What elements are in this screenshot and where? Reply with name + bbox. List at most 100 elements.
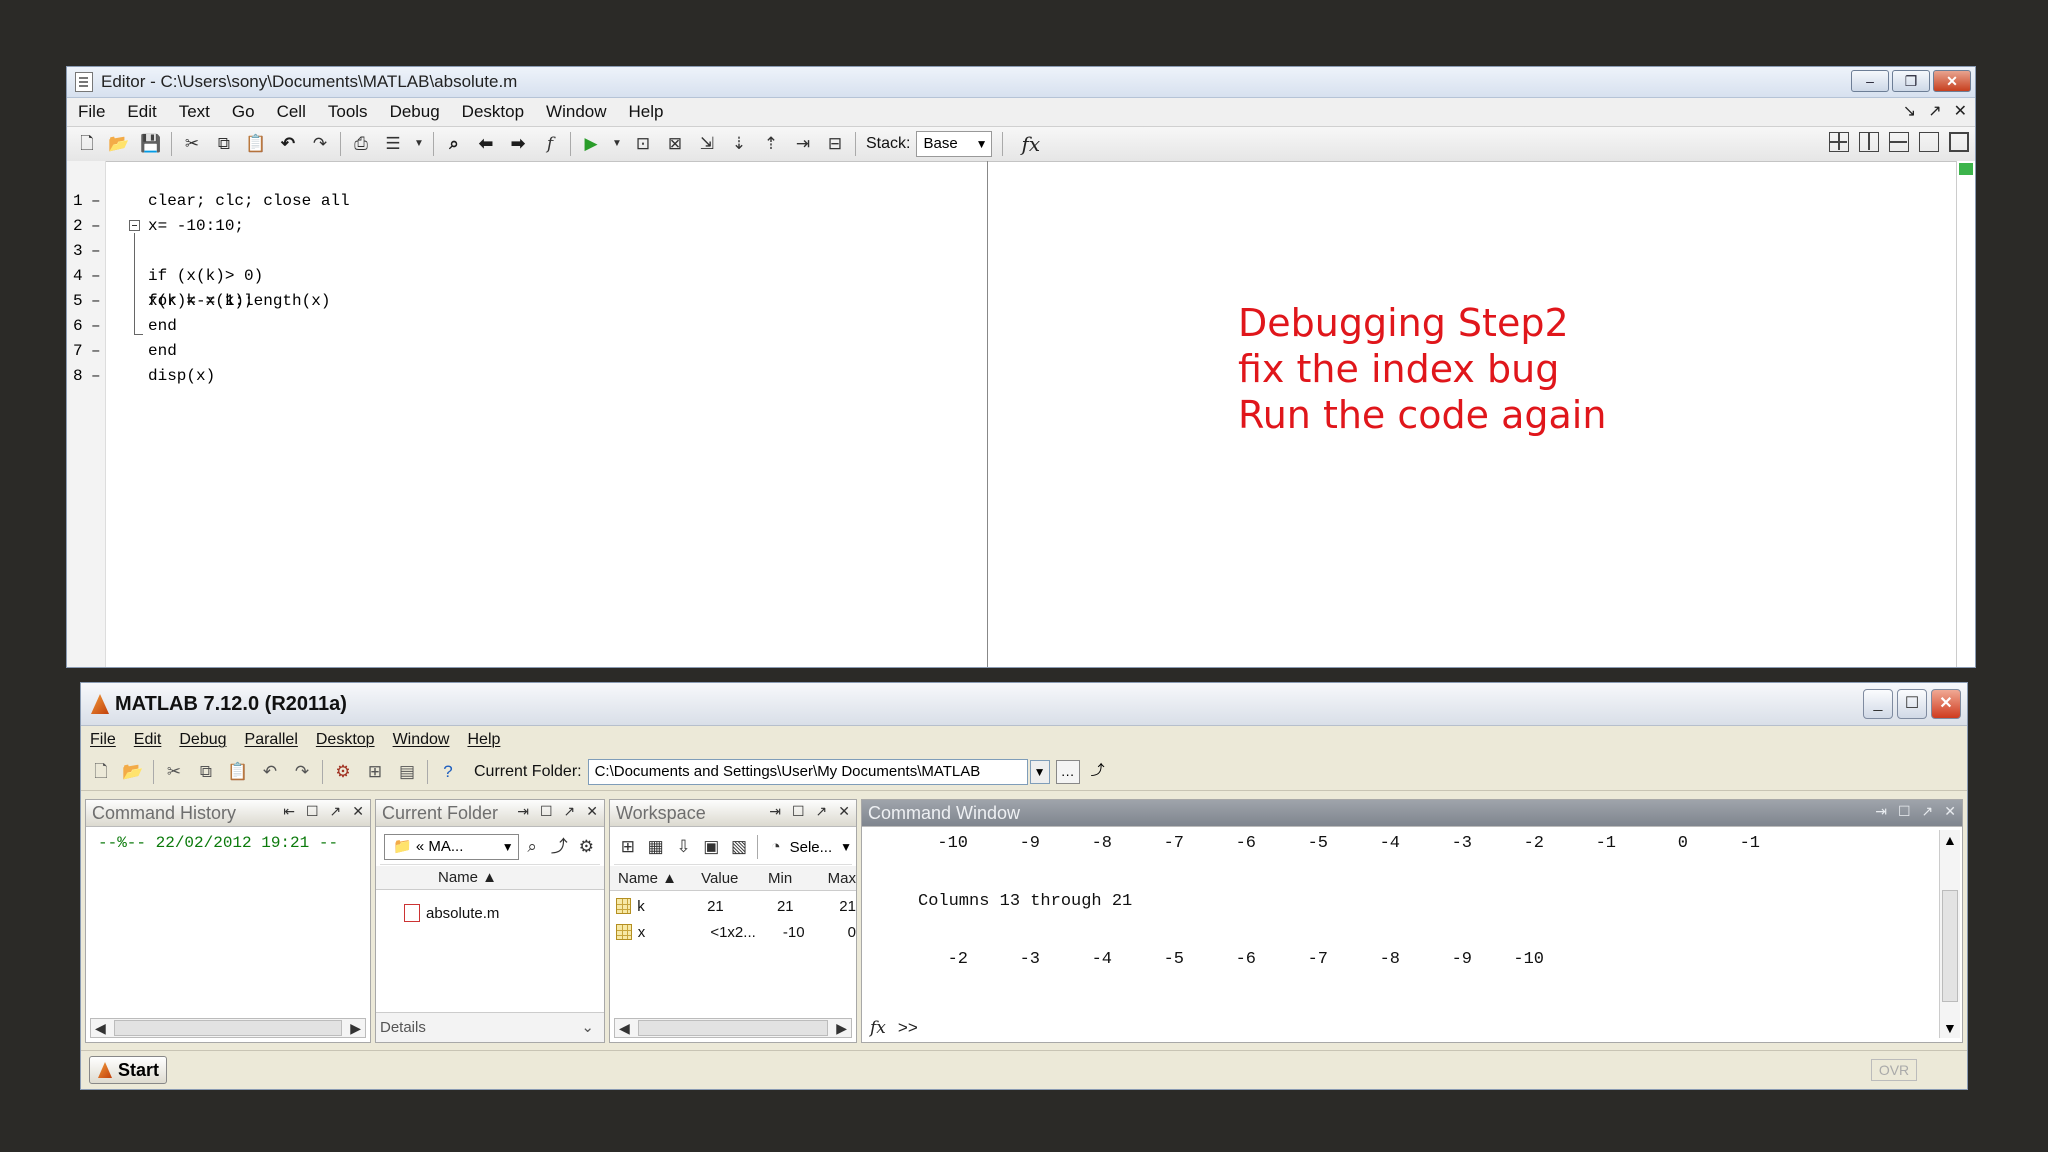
undock-panel-icon[interactable]: ↗ [564, 803, 576, 820]
minimize-button[interactable]: – [1851, 70, 1889, 92]
close-button[interactable]: ✕ [1931, 689, 1961, 719]
editor-vertical-scrollbar[interactable] [1956, 161, 1975, 667]
function-fx-icon[interactable]: fx [1021, 132, 1040, 156]
browse-folder-button[interactable]: … [1055, 760, 1080, 784]
new-file-icon[interactable]: 🗋 [76, 133, 98, 155]
undock-panel-icon[interactable]: ↗ [1922, 803, 1934, 820]
open-folder-icon[interactable]: 📂 [122, 761, 144, 783]
menu-text[interactable]: Text [168, 102, 221, 122]
editor-split-divider[interactable] [987, 161, 988, 667]
editor-title-bar[interactable]: Editor - C:\Users\sony\Documents\MATLAB\… [67, 67, 1975, 98]
guide-icon[interactable]: ⊞ [364, 761, 386, 783]
plot-select-dropdown[interactable]: Sele... [790, 839, 833, 856]
column-name[interactable]: Name ▲ [438, 869, 497, 886]
column-value[interactable]: Value [701, 870, 768, 887]
maximize-document-icon[interactable] [1949, 132, 1969, 152]
folder-column-header[interactable]: Name ▲ [376, 866, 604, 890]
dock-icon[interactable]: ↗ [1928, 101, 1941, 121]
command-window-scrollbar[interactable]: ▲ ▼ [1939, 830, 1960, 1038]
save-workspace-icon[interactable]: ▣ [702, 836, 720, 858]
forward-arrow-icon[interactable]: ➡ [507, 133, 529, 155]
menu-debug[interactable]: Debug [379, 102, 451, 122]
maximize-button[interactable]: ☐ [1897, 689, 1927, 719]
scroll-thumb[interactable] [1942, 890, 1958, 1002]
minimize-panel-icon[interactable]: ⇥ [517, 803, 529, 820]
new-variable-icon[interactable]: ⊞ [619, 836, 637, 858]
file-list-item[interactable]: absolute.m [404, 904, 499, 922]
scroll-left-icon[interactable]: ◀ [95, 1020, 106, 1037]
simulink-icon[interactable]: ⚙ [332, 761, 354, 783]
menu-window[interactable]: Window [535, 102, 617, 122]
undo-icon[interactable]: ↶ [277, 133, 299, 155]
undock-panel-icon[interactable]: ↗ [816, 803, 828, 820]
up-folder-icon[interactable]: ⤴ [1086, 760, 1110, 784]
minimize-panel-icon[interactable]: ⇤ [283, 803, 295, 820]
close-panel-icon[interactable]: ✕ [586, 803, 598, 820]
menu-desktop[interactable]: Desktop [307, 731, 384, 749]
save-icon[interactable]: 💾 [140, 133, 162, 155]
scroll-down-icon[interactable]: ▼ [1943, 1020, 1957, 1036]
search-icon[interactable]: ⌕ [524, 836, 541, 858]
step-icon[interactable]: ⇲ [696, 133, 718, 155]
maximize-panel-icon[interactable]: ☐ [540, 803, 553, 820]
split-vertical-icon[interactable] [1859, 132, 1879, 152]
float-window-icon[interactable] [1919, 132, 1939, 152]
start-button[interactable]: Start [89, 1056, 167, 1084]
find-icon[interactable]: ⌕ [443, 133, 465, 155]
menu-edit[interactable]: Edit [125, 731, 171, 749]
code-line[interactable]: 2– x= -10:10; [67, 189, 244, 235]
delete-variable-icon[interactable]: ▧ [730, 836, 748, 858]
paste-icon[interactable]: 📋 [227, 761, 249, 783]
code-analyzer-status-icon[interactable] [1959, 163, 1973, 175]
new-file-icon[interactable]: 🗋 [90, 761, 112, 783]
undo-icon[interactable]: ↶ [259, 761, 281, 783]
menu-help[interactable]: Help [618, 102, 675, 122]
print-icon[interactable]: ⎙ [350, 133, 372, 155]
close-panel-icon[interactable]: ✕ [352, 803, 364, 820]
cut-icon[interactable]: ✂ [163, 761, 185, 783]
import-data-icon[interactable]: ⇩ [675, 836, 693, 858]
menu-file[interactable]: File [81, 731, 125, 749]
column-max[interactable]: Max [828, 870, 856, 887]
redo-icon[interactable]: ↷ [309, 133, 331, 155]
current-folder-path-input[interactable]: C:\Documents and Settings\User\My Docume… [587, 759, 1028, 785]
minimize-panel-icon[interactable]: ⇥ [769, 803, 781, 820]
close-button[interactable]: ✕ [1933, 70, 1971, 92]
column-name[interactable]: Name ▲ [610, 870, 701, 887]
undock-icon[interactable]: ↘ [1903, 101, 1916, 121]
help-icon[interactable]: ? [437, 761, 459, 783]
redo-icon[interactable]: ↷ [291, 761, 313, 783]
code-line[interactable]: 4– if (x(k)> 0) [67, 239, 263, 285]
copy-icon[interactable]: ⧉ [195, 761, 217, 783]
close-panel-icon[interactable]: ✕ [1944, 803, 1956, 820]
workspace-row[interactable]: x <1x2... -10 0 [610, 920, 856, 944]
tile-grid-icon[interactable] [1829, 132, 1849, 152]
gear-icon[interactable]: ⚙ [578, 836, 595, 858]
open-variable-icon[interactable]: ▦ [647, 836, 665, 858]
menu-debug[interactable]: Debug [170, 731, 235, 749]
dropdown-arrow-icon[interactable]: ▼ [612, 133, 622, 155]
chevron-down-icon[interactable]: ▼ [840, 840, 852, 854]
continue-icon[interactable]: ⇥ [792, 133, 814, 155]
scroll-right-icon[interactable]: ▶ [350, 1020, 361, 1037]
restore-button[interactable]: ❐ [1892, 70, 1930, 92]
maximize-panel-icon[interactable]: ☐ [1898, 803, 1911, 820]
scroll-thumb[interactable] [113, 1020, 343, 1036]
code-line[interactable]: 8– disp(x) [67, 339, 215, 385]
back-arrow-icon[interactable]: ⬅ [475, 133, 497, 155]
maximize-panel-icon[interactable]: ☐ [792, 803, 805, 820]
step-out-icon[interactable]: ⇡ [760, 133, 782, 155]
column-min[interactable]: Min [768, 870, 828, 887]
scroll-thumb[interactable] [637, 1020, 829, 1036]
code-line[interactable]: 1– clear; clc; close all [67, 164, 350, 210]
dropdown-arrow-icon[interactable]: ▼ [414, 133, 424, 155]
chevron-down-icon[interactable]: ▼ [1029, 760, 1050, 784]
workspace-title-bar[interactable]: Workspace ⇥ ☐ ↗ ✕ [610, 800, 856, 827]
menu-go[interactable]: Go [221, 102, 266, 122]
scroll-up-icon[interactable]: ▲ [1943, 832, 1957, 848]
fold-collapse-icon[interactable] [129, 220, 140, 231]
current-folder-title-bar[interactable]: Current Folder ⇥ ☐ ↗ ✕ [376, 800, 604, 827]
menu-tools[interactable]: Tools [317, 102, 379, 122]
cut-icon[interactable]: ✂ [181, 133, 203, 155]
close-panel-icon[interactable]: ✕ [838, 803, 850, 820]
